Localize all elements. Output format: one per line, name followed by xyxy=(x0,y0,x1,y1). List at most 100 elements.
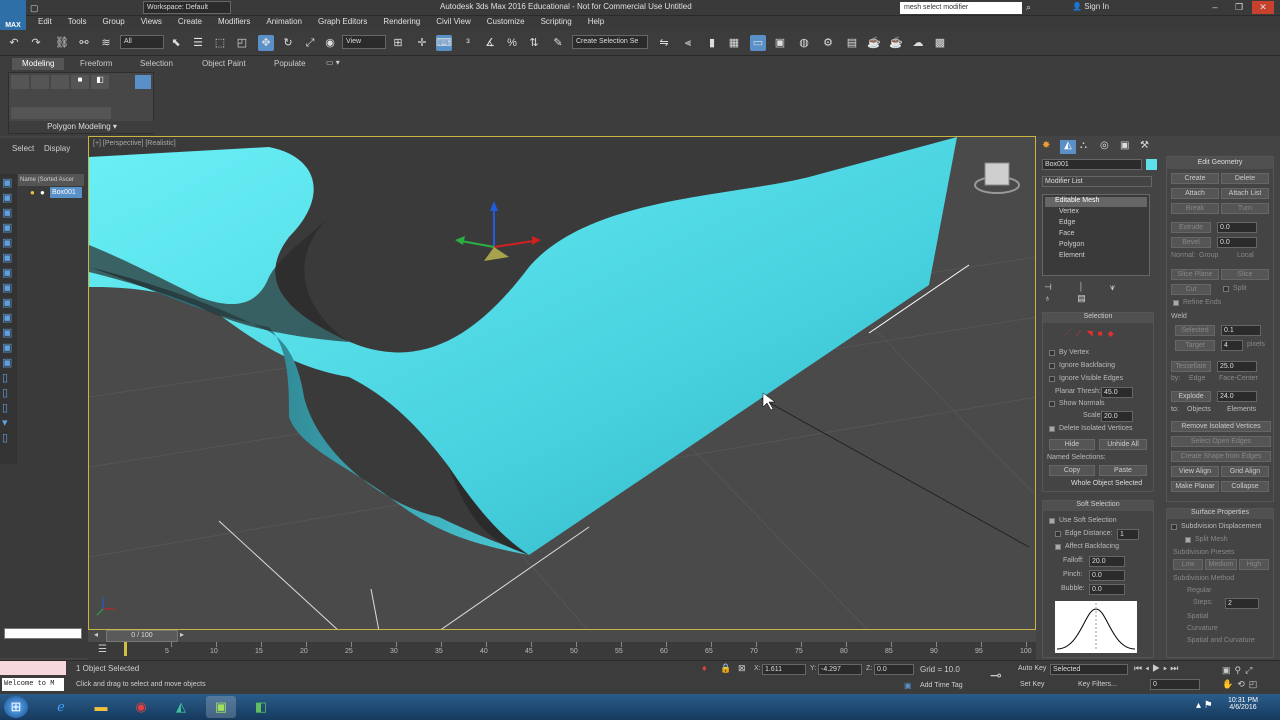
preset-medium-button[interactable]: Medium xyxy=(1205,559,1237,570)
snaps-toggle-icon[interactable]: ³ xyxy=(460,35,476,51)
scene-item-box001[interactable]: Box001 xyxy=(50,187,82,198)
weld-target-input[interactable]: 4 xyxy=(1221,340,1243,351)
mesh-object[interactable] xyxy=(89,137,957,555)
stack-vertex[interactable]: Vertex xyxy=(1059,208,1079,215)
recorder-icon[interactable]: ◧ xyxy=(246,696,276,718)
prev-frame-icon[interactable]: ◂ xyxy=(88,630,104,642)
isolate-icon[interactable]: ♦ xyxy=(702,663,707,673)
timeline-ticks[interactable]: 5 10 15 20 25 30 35 40 45 50 55 60 65 70 75 80 85 90 95 100 xyxy=(128,642,1032,660)
sign-in-link[interactable]: 👤 Sign In xyxy=(1072,2,1109,11)
time-slider-thumb[interactable]: 0 / 100 xyxy=(106,630,178,642)
spatial-radio[interactable]: Spatial xyxy=(1187,613,1208,620)
explode-button[interactable]: Explode xyxy=(1171,391,1211,402)
group-radio[interactable]: Group xyxy=(1199,252,1218,259)
transform-mode-icon[interactable]: ⊠ xyxy=(738,663,746,674)
modifier-list-select[interactable]: Modifier List xyxy=(1042,176,1152,187)
weld-target-button[interactable]: Target xyxy=(1175,340,1215,351)
motion-tab-icon[interactable]: ◎ xyxy=(1100,140,1116,154)
spinner-snap-icon[interactable]: ⇅ xyxy=(526,35,542,51)
ignore-visible-edges-checkbox[interactable] xyxy=(1049,376,1055,382)
tab-object-paint[interactable]: Object Paint xyxy=(192,58,256,70)
bevel-input[interactable]: 0.0 xyxy=(1217,237,1257,248)
undo-icon[interactable]: ↶ xyxy=(6,35,22,51)
curvature-radio[interactable]: Curvature xyxy=(1187,625,1218,632)
menu-edit[interactable]: Edit xyxy=(30,16,60,28)
stack-element[interactable]: Element xyxy=(1059,252,1085,259)
by-vertex-checkbox[interactable] xyxy=(1049,350,1055,356)
manipulate-icon[interactable]: ✛ xyxy=(414,35,430,51)
stack-editable-mesh[interactable]: Editable Mesh xyxy=(1045,197,1147,207)
grid-align-button[interactable]: Grid Align xyxy=(1221,466,1269,477)
preset-low-button[interactable]: Low xyxy=(1173,559,1203,570)
x-coord-input[interactable]: 1.611 xyxy=(762,664,806,675)
element-mode-icon[interactable]: ◧ xyxy=(91,75,109,89)
redo-icon[interactable]: ↷ xyxy=(28,35,44,51)
align-icon[interactable]: ⫷ xyxy=(680,35,696,51)
regular-radio[interactable]: Regular xyxy=(1187,587,1212,594)
selection-filter-select[interactable]: All xyxy=(120,35,164,49)
attach-list-button[interactable]: Attach List xyxy=(1221,188,1269,199)
weld-selected-button[interactable]: Selected xyxy=(1175,325,1215,336)
close-icon[interactable]: ✕ xyxy=(1252,1,1274,14)
y-coord-input[interactable]: -4.297 xyxy=(818,664,862,675)
stack-tool-icons[interactable]: ⊣ ⏐ ⩛ ♁ ▤ xyxy=(1044,282,1152,303)
perspective-viewport[interactable]: [+] [Perspective] [Realistic] xyxy=(88,136,1036,630)
create-button[interactable]: Create xyxy=(1171,173,1219,184)
affect-backfacing-checkbox[interactable] xyxy=(1055,544,1061,550)
edit-named-selection-icon[interactable]: ✎ xyxy=(550,35,566,51)
delete-button[interactable]: Delete xyxy=(1221,173,1269,184)
stack-edge[interactable]: Edge xyxy=(1059,219,1075,226)
rectangular-selection-icon[interactable]: ⬚ xyxy=(212,35,228,51)
menu-tools[interactable]: Tools xyxy=(60,16,95,28)
selection-lock-icon[interactable]: 🔒 xyxy=(720,663,731,674)
face-center-radio[interactable]: Face-Center xyxy=(1219,375,1258,382)
tessellate-input[interactable]: 25.0 xyxy=(1217,361,1257,372)
select-by-name-icon[interactable]: ☰ xyxy=(190,35,206,51)
menu-group[interactable]: Group xyxy=(94,16,132,28)
subobject-level-icons[interactable]: ⋰⟋◥■◆ xyxy=(1063,329,1119,339)
remove-isolated-button[interactable]: Remove Isolated Vertices xyxy=(1171,421,1271,432)
render-activeshade-icon[interactable]: ▩ xyxy=(932,35,948,51)
slice-plane-button[interactable]: Slice Plane xyxy=(1171,269,1219,280)
search-input[interactable]: mesh select modifier xyxy=(900,2,1022,14)
schematic-view-icon[interactable]: ▣ xyxy=(772,35,788,51)
minimize-icon[interactable]: – xyxy=(1204,1,1226,14)
rendered-frame-icon[interactable]: ▤ xyxy=(844,35,860,51)
material-editor-icon[interactable]: ◍ xyxy=(796,35,812,51)
preset-high-button[interactable]: High xyxy=(1239,559,1269,570)
key-mode-select[interactable]: Selected xyxy=(1050,664,1128,675)
show-normals-checkbox[interactable] xyxy=(1049,401,1055,407)
menu-customize[interactable]: Customize xyxy=(479,16,533,28)
bevel-button[interactable]: Bevel xyxy=(1171,237,1211,248)
menu-create[interactable]: Create xyxy=(170,16,210,28)
display-tab-icon[interactable]: ▣ xyxy=(1120,140,1136,154)
pinch-input[interactable]: 0.0 xyxy=(1089,570,1125,581)
clock[interactable]: 10:31 PM 4/6/2016 xyxy=(1228,697,1258,711)
time-tag-icon[interactable]: ▣ xyxy=(904,681,912,690)
menu-views[interactable]: Views xyxy=(133,16,170,28)
unhide-all-button[interactable]: Unhide All xyxy=(1099,439,1147,450)
key-filters-button[interactable]: Key Filters... xyxy=(1078,681,1117,688)
select-open-edges-button[interactable]: Select Open Edges xyxy=(1171,436,1271,447)
extrude-button[interactable]: Extrude xyxy=(1171,222,1211,233)
turn-button[interactable]: Turn xyxy=(1221,203,1269,214)
split-checkbox[interactable] xyxy=(1223,286,1229,292)
curve-editor-icon[interactable]: ▭ xyxy=(750,35,766,51)
bubble-input[interactable]: 0.0 xyxy=(1089,584,1125,595)
subdivision-displacement-checkbox[interactable] xyxy=(1171,524,1177,530)
extrude-input[interactable]: 0.0 xyxy=(1217,222,1257,233)
quick-access-icons[interactable]: ▢ ▤ ↶ ↷ xyxy=(30,2,42,49)
use-soft-selection-checkbox[interactable] xyxy=(1049,518,1055,524)
unlink-icon[interactable]: ⚯ xyxy=(76,35,92,51)
layer-manager-icon[interactable]: ▮ xyxy=(704,35,720,51)
keyboard-shortcut-icon[interactable]: ⌨ xyxy=(436,35,452,51)
scale-input[interactable]: 20.0 xyxy=(1101,411,1133,422)
command-panel-tabs[interactable]: ✸ ◭ ⛬ ◎ ▣ ⚒ xyxy=(1040,138,1160,156)
select-and-move-icon[interactable]: ✥ xyxy=(258,35,274,51)
select-and-scale-icon[interactable]: ⤢ xyxy=(302,35,318,51)
camtasia-icon[interactable]: ▣ xyxy=(206,696,236,718)
soft-selection-title[interactable]: Soft Selection xyxy=(1043,501,1153,511)
maximize-icon[interactable]: ❐ xyxy=(1228,1,1250,14)
collapse-button[interactable]: Collapse xyxy=(1221,481,1269,492)
edge-distance-input[interactable]: 1 xyxy=(1117,529,1139,540)
